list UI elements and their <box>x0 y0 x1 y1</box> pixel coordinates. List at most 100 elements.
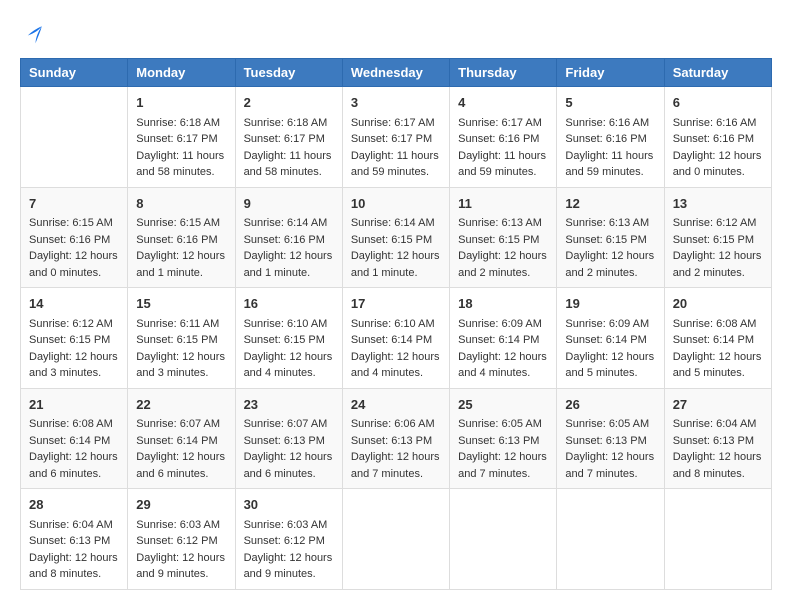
cell-content: Sunrise: 6:16 AM Sunset: 6:16 PM Dayligh… <box>673 117 762 179</box>
cell-content: Sunrise: 6:17 AM Sunset: 6:16 PM Dayligh… <box>458 117 546 179</box>
day-number: 28 <box>29 495 119 515</box>
calendar-cell: 19 Sunrise: 6:09 AM Sunset: 6:14 PM Dayli… <box>557 288 664 389</box>
calendar-cell: 30 Sunrise: 6:03 AM Sunset: 6:12 PM Dayli… <box>235 489 342 590</box>
day-number: 7 <box>29 194 119 214</box>
cell-content: Sunrise: 6:08 AM Sunset: 6:14 PM Dayligh… <box>673 318 762 380</box>
calendar-cell: 9 Sunrise: 6:14 AM Sunset: 6:16 PM Daylig… <box>235 187 342 288</box>
day-number: 10 <box>351 194 441 214</box>
day-number: 19 <box>565 294 655 314</box>
cell-content: Sunrise: 6:12 AM Sunset: 6:15 PM Dayligh… <box>673 217 762 279</box>
calendar-cell: 20 Sunrise: 6:08 AM Sunset: 6:14 PM Dayli… <box>664 288 771 389</box>
calendar-week-4: 21Sunrise: 6:08 AM Sunset: 6:14 PM Dayli… <box>21 388 772 489</box>
calendar-cell: 13 Sunrise: 6:12 AM Sunset: 6:15 PM Dayli… <box>664 187 771 288</box>
calendar-cell: 12Sunrise: 6:13 AM Sunset: 6:15 PM Dayli… <box>557 187 664 288</box>
header-friday: Friday <box>557 59 664 87</box>
calendar-cell: 22 Sunrise: 6:07 AM Sunset: 6:14 PM Dayli… <box>128 388 235 489</box>
cell-content: Sunrise: 6:18 AM Sunset: 6:17 PM Dayligh… <box>244 117 332 179</box>
cell-content: Sunrise: 6:15 AM Sunset: 6:16 PM Dayligh… <box>29 217 118 279</box>
calendar-cell: 25 Sunrise: 6:05 AM Sunset: 6:13 PM Dayli… <box>450 388 557 489</box>
header-tuesday: Tuesday <box>235 59 342 87</box>
cell-content: Sunrise: 6:03 AM Sunset: 6:12 PM Dayligh… <box>136 519 225 581</box>
cell-content: Sunrise: 6:03 AM Sunset: 6:12 PM Dayligh… <box>244 519 333 581</box>
cell-content: Sunrise: 6:04 AM Sunset: 6:13 PM Dayligh… <box>673 418 762 480</box>
calendar-cell: 17 Sunrise: 6:10 AM Sunset: 6:14 PM Dayli… <box>342 288 449 389</box>
day-number: 29 <box>136 495 226 515</box>
day-number: 17 <box>351 294 441 314</box>
calendar-header-row: SundayMondayTuesdayWednesdayThursdayFrid… <box>21 59 772 87</box>
cell-content: Sunrise: 6:13 AM Sunset: 6:15 PM Dayligh… <box>458 217 547 279</box>
cell-content: Sunrise: 6:18 AM Sunset: 6:17 PM Dayligh… <box>136 117 224 179</box>
calendar-cell: 5 Sunrise: 6:16 AM Sunset: 6:16 PM Daylig… <box>557 87 664 188</box>
cell-content: Sunrise: 6:05 AM Sunset: 6:13 PM Dayligh… <box>458 418 547 480</box>
calendar-cell <box>21 87 128 188</box>
day-number: 1 <box>136 93 226 113</box>
calendar-cell: 26 Sunrise: 6:05 AM Sunset: 6:13 PM Dayli… <box>557 388 664 489</box>
header-wednesday: Wednesday <box>342 59 449 87</box>
logo <box>20 20 52 48</box>
day-number: 15 <box>136 294 226 314</box>
calendar-cell: 11 Sunrise: 6:13 AM Sunset: 6:15 PM Dayli… <box>450 187 557 288</box>
day-number: 8 <box>136 194 226 214</box>
calendar-cell: 15 Sunrise: 6:11 AM Sunset: 6:15 PM Dayli… <box>128 288 235 389</box>
page-header <box>20 20 772 48</box>
day-number: 9 <box>244 194 334 214</box>
calendar-cell: 10 Sunrise: 6:14 AM Sunset: 6:15 PM Dayli… <box>342 187 449 288</box>
day-number: 14 <box>29 294 119 314</box>
calendar-cell: 18 Sunrise: 6:09 AM Sunset: 6:14 PM Dayli… <box>450 288 557 389</box>
cell-content: Sunrise: 6:09 AM Sunset: 6:14 PM Dayligh… <box>565 318 654 380</box>
cell-content: Sunrise: 6:06 AM Sunset: 6:13 PM Dayligh… <box>351 418 440 480</box>
calendar-cell: 23 Sunrise: 6:07 AM Sunset: 6:13 PM Dayli… <box>235 388 342 489</box>
calendar-cell: 28 Sunrise: 6:04 AM Sunset: 6:13 PM Dayli… <box>21 489 128 590</box>
day-number: 18 <box>458 294 548 314</box>
day-number: 12 <box>565 194 655 214</box>
calendar-cell: 1 Sunrise: 6:18 AM Sunset: 6:17 PM Daylig… <box>128 87 235 188</box>
cell-content: Sunrise: 6:09 AM Sunset: 6:14 PM Dayligh… <box>458 318 547 380</box>
calendar-week-1: 1 Sunrise: 6:18 AM Sunset: 6:17 PM Daylig… <box>21 87 772 188</box>
calendar-cell: 27Sunrise: 6:04 AM Sunset: 6:13 PM Dayli… <box>664 388 771 489</box>
cell-content: Sunrise: 6:05 AM Sunset: 6:13 PM Dayligh… <box>565 418 654 480</box>
day-number: 22 <box>136 395 226 415</box>
cell-content: Sunrise: 6:10 AM Sunset: 6:14 PM Dayligh… <box>351 318 440 380</box>
cell-content: Sunrise: 6:16 AM Sunset: 6:16 PM Dayligh… <box>565 117 653 179</box>
day-number: 20 <box>673 294 763 314</box>
day-number: 6 <box>673 93 763 113</box>
day-number: 11 <box>458 194 548 214</box>
calendar-cell: 7 Sunrise: 6:15 AM Sunset: 6:16 PM Daylig… <box>21 187 128 288</box>
calendar-cell <box>450 489 557 590</box>
cell-content: Sunrise: 6:07 AM Sunset: 6:13 PM Dayligh… <box>244 418 333 480</box>
day-number: 5 <box>565 93 655 113</box>
calendar-week-2: 7 Sunrise: 6:15 AM Sunset: 6:16 PM Daylig… <box>21 187 772 288</box>
header-sunday: Sunday <box>21 59 128 87</box>
cell-content: Sunrise: 6:08 AM Sunset: 6:14 PM Dayligh… <box>29 418 118 480</box>
calendar-cell: 16Sunrise: 6:10 AM Sunset: 6:15 PM Dayli… <box>235 288 342 389</box>
cell-content: Sunrise: 6:17 AM Sunset: 6:17 PM Dayligh… <box>351 117 439 179</box>
day-number: 30 <box>244 495 334 515</box>
header-saturday: Saturday <box>664 59 771 87</box>
cell-content: Sunrise: 6:07 AM Sunset: 6:14 PM Dayligh… <box>136 418 225 480</box>
day-number: 25 <box>458 395 548 415</box>
day-number: 13 <box>673 194 763 214</box>
header-monday: Monday <box>128 59 235 87</box>
cell-content: Sunrise: 6:15 AM Sunset: 6:16 PM Dayligh… <box>136 217 225 279</box>
cell-content: Sunrise: 6:12 AM Sunset: 6:15 PM Dayligh… <box>29 318 118 380</box>
calendar-cell <box>557 489 664 590</box>
day-number: 3 <box>351 93 441 113</box>
day-number: 24 <box>351 395 441 415</box>
calendar-table: SundayMondayTuesdayWednesdayThursdayFrid… <box>20 58 772 590</box>
cell-content: Sunrise: 6:14 AM Sunset: 6:16 PM Dayligh… <box>244 217 333 279</box>
cell-content: Sunrise: 6:04 AM Sunset: 6:13 PM Dayligh… <box>29 519 118 581</box>
calendar-week-5: 28 Sunrise: 6:04 AM Sunset: 6:13 PM Dayli… <box>21 489 772 590</box>
calendar-cell: 2 Sunrise: 6:18 AM Sunset: 6:17 PM Daylig… <box>235 87 342 188</box>
day-number: 2 <box>244 93 334 113</box>
calendar-cell: 4Sunrise: 6:17 AM Sunset: 6:16 PM Daylig… <box>450 87 557 188</box>
calendar-cell: 8 Sunrise: 6:15 AM Sunset: 6:16 PM Daylig… <box>128 187 235 288</box>
cell-content: Sunrise: 6:11 AM Sunset: 6:15 PM Dayligh… <box>136 318 225 380</box>
calendar-cell <box>342 489 449 590</box>
header-thursday: Thursday <box>450 59 557 87</box>
calendar-cell: 14 Sunrise: 6:12 AM Sunset: 6:15 PM Dayli… <box>21 288 128 389</box>
day-number: 23 <box>244 395 334 415</box>
cell-content: Sunrise: 6:14 AM Sunset: 6:15 PM Dayligh… <box>351 217 440 279</box>
calendar-week-3: 14 Sunrise: 6:12 AM Sunset: 6:15 PM Dayli… <box>21 288 772 389</box>
calendar-cell: 29 Sunrise: 6:03 AM Sunset: 6:12 PM Dayli… <box>128 489 235 590</box>
day-number: 26 <box>565 395 655 415</box>
